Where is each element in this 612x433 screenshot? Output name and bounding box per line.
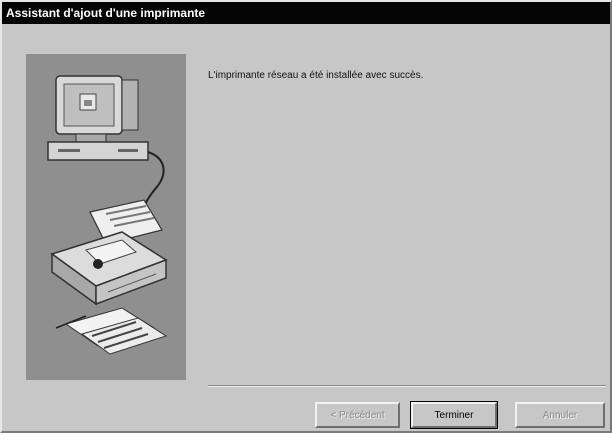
success-message: L'imprimante réseau a été installée avec…: [208, 70, 424, 81]
wizard-window: Assistant d'ajout d'une imprimante L'imp…: [0, 0, 612, 433]
printer-icon: [50, 199, 168, 306]
window-title: Assistant d'ajout d'une imprimante: [6, 6, 206, 20]
computer-monitor-icon: [47, 75, 149, 161]
cancel-button[interactable]: Annuler: [515, 402, 605, 428]
finish-button[interactable]: Terminer: [410, 401, 498, 429]
title-bar[interactable]: Assistant d'ajout d'une imprimante: [2, 2, 610, 24]
previous-button[interactable]: < Précédent: [315, 402, 400, 428]
wizard-illustration: [26, 54, 186, 380]
printed-pages-icon: [55, 307, 168, 355]
button-separator: [208, 385, 606, 387]
